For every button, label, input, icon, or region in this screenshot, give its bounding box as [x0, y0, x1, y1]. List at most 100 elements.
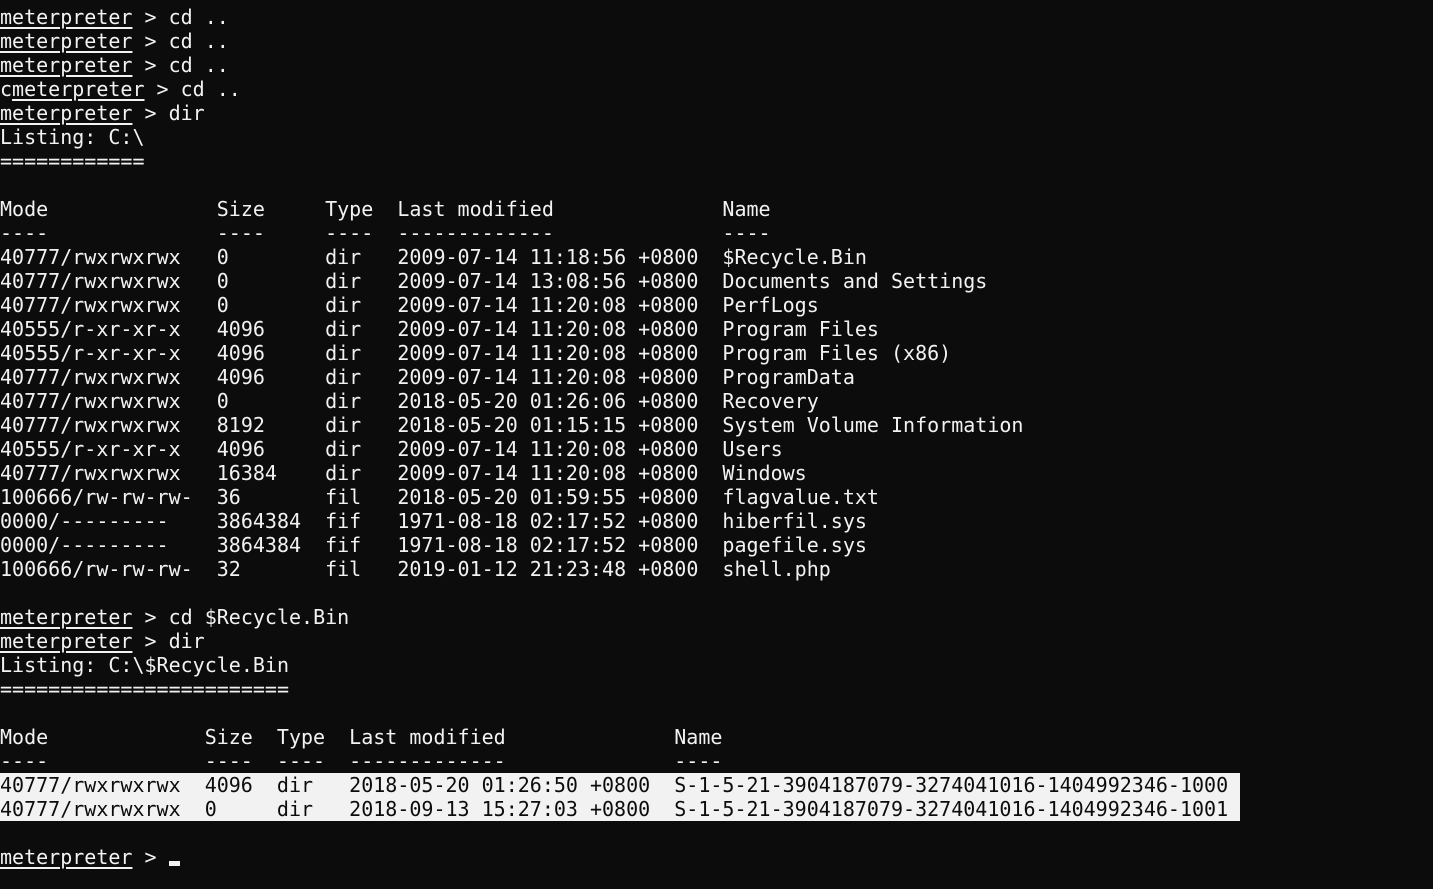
type-cell: dir	[325, 293, 362, 317]
name-cell: Documents and Settings	[722, 269, 988, 293]
table-header-rule: ---- ---- ---- ------------- ----	[0, 221, 1433, 245]
prompt-label: meterpreter	[0, 5, 133, 29]
table-row[interactable]: 0000/--------- 3864384 fif 1971-08-18 02:17…	[0, 509, 1433, 533]
size-cell: 16384	[216, 461, 277, 485]
type-cell: dir	[325, 389, 362, 413]
prompt-separator: >	[132, 53, 169, 77]
size-cell: 4096	[216, 437, 265, 461]
command-line: meterpreter > cd ..	[0, 5, 1433, 29]
listing-title: Listing: C:\$Recycle.Bin	[0, 653, 1433, 677]
listing-title: Listing: C:\	[0, 125, 1433, 149]
size-cell: 4096	[216, 365, 265, 389]
name-cell: Program Files (x86)	[722, 341, 952, 365]
column-header: Last modified	[397, 197, 554, 221]
column-header: Size	[216, 197, 265, 221]
column-header: Type	[276, 725, 326, 749]
prompt-separator: >	[132, 605, 169, 629]
size-cell: 0	[216, 293, 229, 317]
modified-cell: 2018-09-13 15:27:03 +0800	[349, 797, 651, 821]
size-cell: 0	[216, 245, 229, 269]
type-cell: fil	[325, 485, 362, 509]
column-header: Mode	[0, 197, 49, 221]
table-row[interactable]: 40777/rwxrwxrwx 8192 dir 2018-05-20 01:15:1…	[0, 413, 1433, 437]
table-row[interactable]: 40555/r-xr-xr-x 4096 dir 2009-07-14 11:20:0…	[0, 341, 1433, 365]
mode-cell: 40777/rwxrwxrwx	[0, 245, 181, 269]
modified-cell: 2018-05-20 01:26:50 +0800	[349, 773, 651, 797]
listing-title-text: Listing: C:\$Recycle.Bin	[0, 653, 289, 677]
modified-cell: 2018-05-20 01:15:15 +0800	[397, 413, 699, 437]
name-cell: PerfLogs	[722, 293, 819, 317]
name-cell: Recovery	[722, 389, 819, 413]
column-rule: ----	[722, 221, 771, 245]
terminal-output[interactable]: meterpreter > cd .. meterpreter > cd .. me…	[0, 0, 1433, 869]
size-cell: 3864384	[216, 533, 302, 557]
mode-cell: 40555/r-xr-xr-x	[0, 341, 181, 365]
prompt-separator: >	[132, 101, 169, 125]
table-row[interactable]: 40777/rwxrwxrwx 0 dir 2018-05-20 01:26:06 +…	[0, 389, 1433, 413]
table-row[interactable]: 40777/rwxrwxrwx 16384 dir 2009-07-14 11:20:…	[0, 461, 1433, 485]
size-cell: 0	[216, 389, 229, 413]
table-header: Mode Size Type Last modified Name	[0, 725, 1433, 749]
text-cursor	[168, 861, 180, 866]
prompt-separator: >	[132, 29, 169, 53]
prompt-separator: >	[132, 629, 169, 653]
type-cell: dir	[276, 773, 314, 797]
selected-row-highlight: 40777/rwxrwxrwx 0 dir 2018-09-13 15:27:03 +…	[0, 797, 1241, 821]
type-cell: dir	[325, 341, 362, 365]
table-row[interactable]: 40777/rwxrwxrwx 0 dir 2018-09-13 15:27:03 +…	[0, 797, 1433, 821]
table-row[interactable]: 100666/rw-rw-rw- 36 fil 2018-05-20 01:59:55…	[0, 485, 1433, 509]
table-row[interactable]: 0000/--------- 3864384 fif 1971-08-18 02:17…	[0, 533, 1433, 557]
modified-cell: 2009-07-14 11:20:08 +0800	[397, 341, 699, 365]
command-line: meterpreter > cd ..	[0, 29, 1433, 53]
table-row[interactable]: 40777/rwxrwxrwx 0 dir 2009-07-14 11:18:56 +…	[0, 245, 1433, 269]
column-header: Name	[722, 197, 771, 221]
modified-cell: 2018-05-20 01:26:06 +0800	[397, 389, 699, 413]
modified-cell: 2018-05-20 01:59:55 +0800	[397, 485, 699, 509]
mode-cell: 0000/---------	[0, 533, 169, 557]
listing-rule: ========================	[0, 677, 1433, 701]
modified-cell: 2009-07-14 11:20:08 +0800	[397, 317, 699, 341]
mode-cell: 100666/rw-rw-rw-	[0, 557, 193, 581]
mode-cell: 40777/rwxrwxrwx	[0, 269, 181, 293]
size-cell: 8192	[216, 413, 265, 437]
column-header: Mode	[0, 725, 49, 749]
table-row[interactable]: 100666/rw-rw-rw- 32 fil 2019-01-12 21:23:48…	[0, 557, 1433, 581]
size-cell: 4096	[216, 317, 265, 341]
table-row[interactable]: 40555/r-xr-xr-x 4096 dir 2009-07-14 11:20:0…	[0, 437, 1433, 461]
type-cell: dir	[325, 437, 362, 461]
mode-cell: 40777/rwxrwxrwx	[0, 389, 181, 413]
column-header: Type	[325, 197, 374, 221]
modified-cell: 2019-01-12 21:23:48 +0800	[397, 557, 699, 581]
name-cell: shell.php	[722, 557, 831, 581]
modified-cell: 2009-07-14 11:20:08 +0800	[397, 365, 699, 389]
prompt-label: meterpreter	[0, 101, 133, 125]
modified-cell: 2009-07-14 11:20:08 +0800	[397, 437, 699, 461]
command-line: meterpreter > dir	[0, 629, 1433, 653]
table-row[interactable]: 40777/rwxrwxrwx 0 dir 2009-07-14 13:08:56 +…	[0, 269, 1433, 293]
type-cell: dir	[325, 365, 362, 389]
type-cell: dir	[325, 317, 362, 341]
column-rule: -------------	[349, 749, 506, 773]
mode-cell: 0000/---------	[0, 509, 169, 533]
size-cell: 3864384	[216, 509, 302, 533]
prompt-separator: >	[132, 5, 169, 29]
table-row[interactable]: 40555/r-xr-xr-x 4096 dir 2009-07-14 11:20:0…	[0, 317, 1433, 341]
type-cell: dir	[325, 413, 362, 437]
name-cell: Users	[722, 437, 783, 461]
size-cell: 0	[216, 269, 229, 293]
column-rule: ----	[0, 749, 49, 773]
column-rule: ----	[276, 749, 326, 773]
prompt-separator: >	[132, 845, 169, 869]
table-row[interactable]: 40777/rwxrwxrwx 4096 dir 2009-07-14 11:20:0…	[0, 365, 1433, 389]
name-cell: $Recycle.Bin	[722, 245, 867, 269]
size-cell: 4096	[204, 773, 253, 797]
command-line: cmeterpreter > cd ..	[0, 77, 1433, 101]
size-cell: 32	[216, 557, 241, 581]
prompt-label: meterpreter	[0, 629, 133, 653]
mode-cell: 100666/rw-rw-rw-	[0, 485, 193, 509]
mode-cell: 40777/rwxrwxrwx	[0, 365, 181, 389]
typed-prefix: c	[0, 77, 13, 101]
table-row[interactable]: 40777/rwxrwxrwx 4096 dir 2018-05-20 01:26:5…	[0, 773, 1433, 797]
table-row[interactable]: 40777/rwxrwxrwx 0 dir 2009-07-14 11:20:08 +…	[0, 293, 1433, 317]
column-header: Name	[674, 725, 723, 749]
